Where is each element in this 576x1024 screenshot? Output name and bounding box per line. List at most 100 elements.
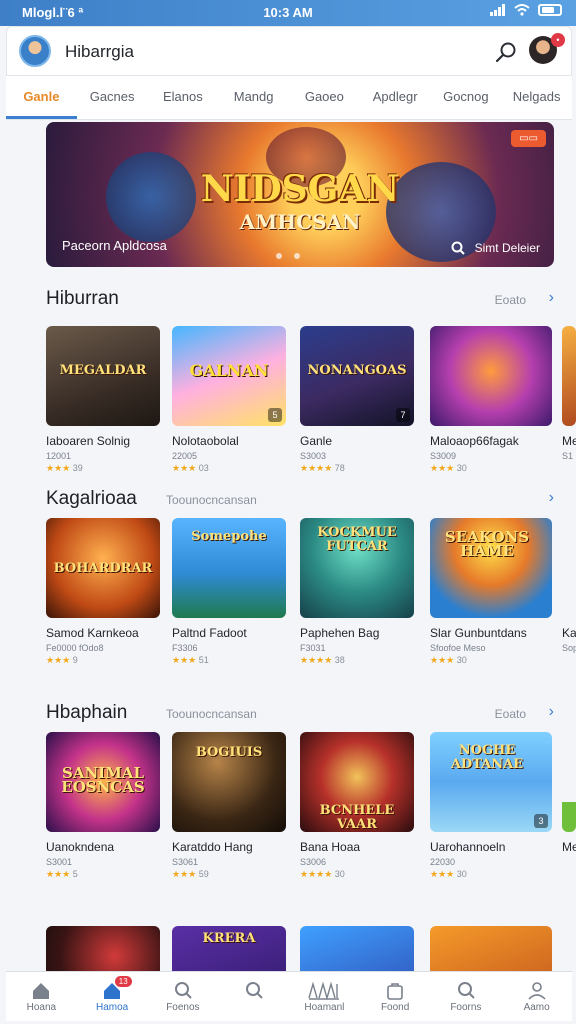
game-meta: Sfoofoe Meso	[430, 643, 486, 653]
nav-search-3[interactable]: Foorns	[431, 972, 502, 1021]
game-card[interactable]: SANIMAL EOSNCAS Uanokndena S3001 ★★★ 5	[46, 732, 162, 880]
game-card[interactable]: BOGIUIS Karatddo Hang S3061 ★★★ 59	[172, 732, 288, 880]
game-thumbnail	[430, 926, 552, 971]
see-all-link[interactable]: Eoato	[495, 293, 526, 307]
banner-sticker: ▭▭	[511, 130, 546, 147]
game-card[interactable]: Ka Sop	[562, 518, 576, 653]
search-icon	[457, 982, 475, 999]
tab-3[interactable]: Mandg	[218, 76, 289, 119]
game-card[interactable]	[430, 926, 554, 971]
game-thumbnail: SANIMAL EOSNCAS	[46, 732, 160, 832]
game-rating: ★★★★ 38	[300, 655, 345, 665]
tab-6[interactable]: Gocnog	[431, 76, 502, 119]
nav-profile[interactable]: Aamo	[501, 972, 572, 1021]
featured-banner[interactable]: ▭▭ NIDSGAN AMHCSAN Paceorn Apldcosa Simt…	[46, 122, 554, 267]
game-meta: F3031	[300, 643, 326, 653]
game-title: Karatddo Hang	[172, 840, 253, 854]
battery-icon	[538, 4, 562, 16]
pager-dot[interactable]	[276, 253, 282, 259]
nav-badge: 13	[114, 976, 132, 987]
game-thumbnail: Somepohe	[172, 518, 286, 618]
nav-label: Foond	[380, 1002, 410, 1013]
game-meta: S3009	[430, 451, 457, 461]
game-card[interactable]: BOHARDRAR Samod Karnkeoa Fe0000 fOdo8 ★★…	[46, 518, 162, 666]
chevron-right-icon[interactable]: ›	[549, 703, 554, 721]
game-title: Samod Karnkeoa	[46, 626, 139, 640]
nav-search-2[interactable]	[218, 972, 289, 1021]
game-title: Paphehen Bag	[300, 626, 380, 640]
nav-label: Aamo	[523, 1002, 550, 1013]
search-icon[interactable]	[493, 39, 519, 65]
game-title: Slar Gunbuntdans	[430, 626, 527, 640]
game-card[interactable]: NONANGOAS 7 Ganle S3003 ★★★★ 78	[300, 326, 416, 474]
signal-icon	[490, 4, 505, 16]
section-title: Hiburran	[46, 288, 119, 309]
game-title: Uarohannoeln	[430, 840, 506, 854]
wifi-icon	[514, 4, 530, 16]
game-title: Nolotaobolal	[172, 434, 239, 448]
game-rating: ★★★ 59	[172, 869, 209, 879]
chevron-right-icon[interactable]: ›	[549, 489, 554, 507]
section-title: Kagalrioaa	[46, 488, 137, 509]
game-card[interactable]: NOGHE ADTANAE 3 Uarohannoeln 22030 ★★★ 30	[430, 732, 554, 880]
game-card[interactable]: MEGALDAR Iaboaren Solnig 12001 ★★★ 39	[46, 326, 162, 474]
game-card[interactable]: KOCKMUE FUTCAR Paphehen Bag F3031 ★★★★ 3…	[300, 518, 416, 666]
banner-cta[interactable]: Simt Deleier	[451, 241, 540, 255]
game-row: SANIMAL EOSNCAS Uanokndena S3001 ★★★ 5 B…	[46, 732, 576, 892]
tab-4[interactable]: Gaoeo	[289, 76, 360, 119]
game-title: Iaboaren Solnig	[46, 434, 131, 448]
game-meta: S3003	[300, 451, 327, 461]
game-rating: ★★★ 30	[430, 463, 467, 473]
game-card[interactable]: Me S1	[562, 326, 576, 461]
app-avatar[interactable]	[19, 35, 51, 67]
game-thumbnail: BCNHELE VAAR	[300, 732, 414, 832]
game-card[interactable]: GALNAN 5 Nolotaobolal 22005 ★★★ 03	[172, 326, 288, 474]
game-title: Ganle	[300, 434, 333, 448]
bottom-nav: Hoana 13 Hamoa Foenos Hoamanl Foond Foor…	[6, 971, 572, 1021]
nav-games[interactable]: 13 Hamoa	[77, 972, 148, 1021]
game-card[interactable]: Somepohe Paltnd Fadoot F3306 ★★★ 51	[172, 518, 288, 666]
game-row: KRERA	[46, 926, 576, 971]
game-meta: F3306	[172, 643, 198, 653]
section-subtitle: Toounocncansan	[166, 493, 257, 507]
pager-dot[interactable]	[294, 253, 300, 259]
game-card[interactable]: SEAKONS HAME Slar Gunbuntdans Sfoofoe Me…	[430, 518, 554, 666]
game-rating: ★★★★ 78	[300, 463, 345, 473]
app-header: Hibarrgia •	[6, 26, 572, 76]
game-card[interactable]: Me	[562, 732, 576, 854]
game-rating: ★★★ 03	[172, 463, 209, 473]
game-thumbnail: GALNAN 5	[172, 326, 286, 426]
game-meta: 12001	[46, 451, 72, 461]
game-thumbnail	[430, 326, 552, 426]
tab-0[interactable]: Ganle	[6, 76, 77, 119]
game-card[interactable]: BCNHELE VAAR Bana Hoaa S3006 ★★★★ 30	[300, 732, 416, 880]
section-header: Hbaphain Toounocncansan Eoato ›	[46, 700, 556, 730]
game-card[interactable]	[46, 926, 162, 971]
chevron-right-icon[interactable]: ›	[549, 289, 554, 307]
section-subtitle: Toounocncansan	[166, 707, 257, 721]
game-card[interactable]	[300, 926, 416, 971]
status-bar: Mlogl.l¨6 ª 10:3 AM	[0, 0, 576, 26]
game-card[interactable]: Maloaop66fagak S3009 ★★★ 30	[430, 326, 554, 474]
tab-2[interactable]: Elanos	[148, 76, 219, 119]
banner-caption: Paceorn Apldcosa	[62, 238, 167, 253]
game-meta: Sop	[562, 643, 576, 653]
nav-home[interactable]: Hoana	[6, 972, 77, 1021]
game-rating: ★★★ 30	[430, 655, 467, 665]
search-icon	[451, 241, 465, 255]
nav-search-1[interactable]: Foenos	[148, 972, 219, 1021]
game-thumbnail: SEAKONS HAME	[430, 518, 552, 618]
game-title: Ka	[562, 626, 576, 640]
game-thumbnail	[46, 926, 160, 971]
game-meta: S1	[562, 451, 574, 461]
tab-5[interactable]: Apdlegr	[360, 76, 431, 119]
nav-bag[interactable]: Foond	[360, 972, 431, 1021]
game-card[interactable]: KRERA	[172, 926, 288, 971]
profile-icon	[528, 982, 546, 1000]
nav-library[interactable]: Hoamanl	[289, 972, 360, 1021]
tab-1[interactable]: Gacnes	[77, 76, 148, 119]
tab-7[interactable]: Nelgads	[501, 76, 572, 119]
game-title: Maloaop66fagak	[430, 434, 519, 448]
see-all-link[interactable]: Eoato	[495, 707, 526, 721]
game-thumbnail: KRERA	[172, 926, 286, 971]
